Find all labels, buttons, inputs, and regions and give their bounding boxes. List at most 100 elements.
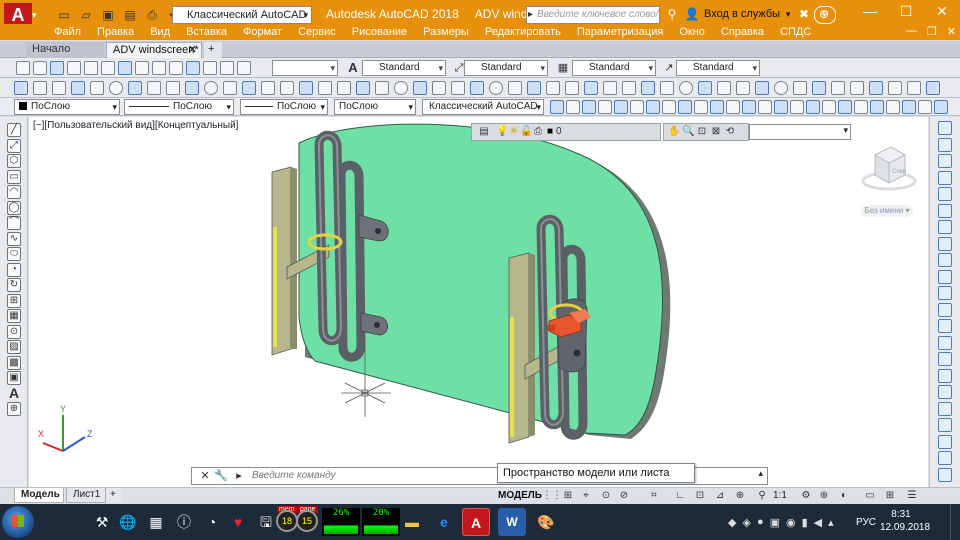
layer-tool-11-icon[interactable] bbox=[710, 100, 724, 114]
standard-tool-7-icon[interactable] bbox=[118, 61, 132, 75]
tab-active-drawing[interactable]: ADV windscreen* ✕ bbox=[106, 42, 202, 58]
view-tool-27-icon[interactable] bbox=[508, 81, 522, 95]
view-tool-6-icon[interactable] bbox=[109, 81, 123, 95]
status-tool-16-icon[interactable]: ⊞ bbox=[884, 490, 896, 502]
login-button[interactable]: Вход в службы bbox=[704, 8, 780, 20]
layer-tool-20-icon[interactable] bbox=[854, 100, 868, 114]
text-style-select[interactable]: Standard bbox=[362, 60, 446, 76]
view-tool-20-icon[interactable] bbox=[375, 81, 389, 95]
status-tool-4-icon[interactable]: ⊙ bbox=[600, 490, 612, 502]
layer-tool-4-icon[interactable] bbox=[598, 100, 612, 114]
tab-close-icon[interactable]: ✕ bbox=[188, 43, 197, 58]
layer-tool-25-icon[interactable] bbox=[934, 100, 948, 114]
layer-tool-16-icon[interactable] bbox=[790, 100, 804, 114]
layer-tool-7-icon[interactable] bbox=[646, 100, 660, 114]
model-space-button[interactable]: МОДЕЛЬ bbox=[498, 489, 542, 503]
draw-tool-19-icon[interactable]: ⊕ bbox=[7, 402, 21, 416]
view-tool-8-icon[interactable] bbox=[147, 81, 161, 95]
tools-icon[interactable]: ⚒ bbox=[88, 508, 116, 536]
annotation-scale[interactable]: 1:1 bbox=[773, 489, 787, 503]
view-tool-23-icon[interactable] bbox=[432, 81, 446, 95]
view-tool-39-icon[interactable] bbox=[736, 81, 750, 95]
modify-tool-16-icon[interactable] bbox=[938, 368, 952, 383]
draw-tool-2-icon[interactable]: ⤢ bbox=[7, 138, 21, 153]
modify-tool-6-icon[interactable] bbox=[938, 203, 952, 218]
draw-tool-16-icon[interactable]: ▩ bbox=[7, 355, 21, 370]
layer-tool-9-icon[interactable] bbox=[678, 100, 692, 114]
open-file-icon[interactable]: ▱ bbox=[76, 6, 96, 24]
close-button[interactable]: ✕ bbox=[924, 0, 960, 24]
layer-tool-15-icon[interactable] bbox=[774, 100, 788, 114]
menu-item-9[interactable]: Параметризация bbox=[569, 25, 671, 39]
draw-tool-15-icon[interactable]: ▨ bbox=[7, 340, 21, 354]
word-icon[interactable]: W bbox=[498, 508, 526, 536]
modify-tool-7-icon[interactable] bbox=[938, 220, 952, 234]
status-tool-8-icon[interactable]: ⊡ bbox=[694, 490, 706, 502]
modify-tool-4-icon[interactable] bbox=[938, 170, 952, 185]
view-tool-21-icon[interactable] bbox=[394, 81, 408, 95]
linetype-select[interactable]: ПоСлою bbox=[124, 99, 234, 115]
menu-item-8[interactable]: Редактировать bbox=[477, 25, 569, 39]
view-tool-2-icon[interactable] bbox=[33, 81, 47, 95]
view-tool-19-icon[interactable] bbox=[356, 81, 370, 95]
login-chevron-down-icon[interactable]: ▾ bbox=[784, 6, 792, 22]
paint-icon[interactable]: 🎨 bbox=[532, 508, 560, 536]
command-history-icon[interactable]: ▴ bbox=[758, 468, 763, 479]
layer-tool-1-icon[interactable] bbox=[550, 100, 564, 114]
lock-icon[interactable]: 🔓 bbox=[520, 126, 532, 138]
dim-style-select[interactable]: Standard bbox=[464, 60, 548, 76]
menu-item-5[interactable]: Сервис bbox=[290, 25, 344, 39]
exchange-icon[interactable]: ✖ bbox=[796, 6, 812, 22]
lineweight-select[interactable]: ПоСлою bbox=[240, 99, 328, 115]
view-tool-16-icon[interactable] bbox=[299, 81, 313, 95]
standard-tool-13-icon[interactable] bbox=[220, 61, 234, 75]
standard-tool-12-icon[interactable] bbox=[203, 61, 217, 75]
status-tool-17-icon[interactable]: ☰ bbox=[906, 490, 918, 502]
view-tool-32-icon[interactable] bbox=[603, 81, 617, 95]
viewcube[interactable]: Спер bbox=[859, 137, 919, 197]
standard-tool-3-icon[interactable] bbox=[50, 61, 64, 75]
view-tool-9-icon[interactable] bbox=[166, 81, 180, 95]
view-tool-45-icon[interactable] bbox=[850, 81, 864, 95]
mleader-style-icon[interactable]: ↗ bbox=[662, 61, 676, 75]
view-tool-28-icon[interactable] bbox=[527, 81, 541, 95]
view-tool-49-icon[interactable] bbox=[926, 81, 940, 95]
modify-tool-21-icon[interactable] bbox=[938, 451, 952, 465]
folder-icon[interactable]: ▬ bbox=[398, 508, 426, 536]
status-tool-9-icon[interactable]: ⊿ bbox=[714, 490, 726, 502]
draw-tool-5-icon[interactable]: ◠ bbox=[7, 185, 21, 199]
standard-tool-6-icon[interactable] bbox=[101, 61, 115, 75]
ucs-name-menu[interactable]: Без имени ▾ bbox=[861, 205, 913, 217]
command-prompt-icon[interactable]: ▸ bbox=[232, 469, 246, 483]
draw-tool-12-icon[interactable]: ⊞ bbox=[7, 293, 21, 308]
standard-tool-2-icon[interactable] bbox=[33, 61, 47, 75]
info-icon[interactable]: ⓘ bbox=[170, 508, 198, 536]
app-menu-arrow-icon[interactable]: ▾ bbox=[32, 10, 37, 21]
tray-icon-4[interactable]: ▣ bbox=[770, 516, 780, 529]
layer-tool-17-icon[interactable] bbox=[806, 100, 820, 114]
menu-item-7[interactable]: Размеры bbox=[415, 25, 477, 39]
volume-icon[interactable]: ◀ bbox=[814, 516, 822, 529]
maximize-button[interactable]: ☐ bbox=[888, 0, 924, 24]
view-tool-41-icon[interactable] bbox=[774, 81, 788, 95]
modify-tool-15-icon[interactable] bbox=[938, 352, 952, 366]
layer-tool-13-icon[interactable] bbox=[742, 100, 756, 114]
standard-tool-10-icon[interactable] bbox=[169, 61, 183, 75]
view-tool-10-icon[interactable] bbox=[185, 81, 199, 95]
menu-item-10[interactable]: Окно bbox=[671, 25, 713, 39]
modify-tool-11-icon[interactable] bbox=[938, 286, 952, 300]
draw-tool-11-icon[interactable]: ↻ bbox=[7, 278, 21, 292]
draw-tool-1-icon[interactable]: ╱ bbox=[7, 123, 21, 137]
speedometer-icon[interactable]: ◔ bbox=[198, 508, 226, 536]
view-tool-18-icon[interactable] bbox=[337, 81, 351, 95]
save-as-icon[interactable]: ▤ bbox=[120, 6, 140, 24]
view-tool-11-icon[interactable] bbox=[204, 81, 218, 95]
view-tool-30-icon[interactable] bbox=[565, 81, 579, 95]
start-button[interactable] bbox=[2, 506, 34, 538]
view-tool-15-icon[interactable] bbox=[280, 81, 294, 95]
zoom-window-icon[interactable]: ⊡ bbox=[696, 126, 708, 138]
modify-tool-13-icon[interactable] bbox=[938, 319, 952, 333]
tray-icon-1[interactable]: ◆ bbox=[728, 516, 736, 529]
user-icon[interactable]: 👤 bbox=[684, 6, 700, 22]
status-tool-7-icon[interactable]: ∟ bbox=[674, 490, 686, 502]
